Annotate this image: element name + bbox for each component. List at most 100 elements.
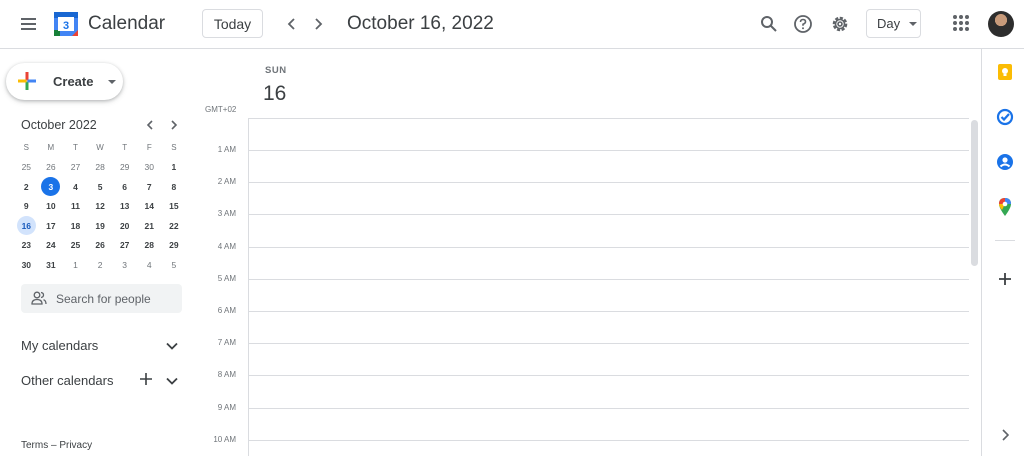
mini-calendar-day[interactable]: 7 bbox=[137, 177, 162, 197]
create-button[interactable]: Create bbox=[6, 63, 123, 100]
hour-grid-line bbox=[248, 343, 969, 344]
hour-grid-line bbox=[248, 408, 969, 409]
mini-calendar-day[interactable]: 3 bbox=[112, 255, 137, 275]
mini-calendar-day[interactable]: 21 bbox=[137, 216, 162, 236]
hour-grid-line bbox=[248, 247, 969, 248]
hour-grid-line bbox=[248, 150, 969, 151]
main-menu-button[interactable] bbox=[14, 10, 42, 38]
expand-side-panel-button[interactable] bbox=[995, 425, 1015, 445]
mini-calendar-day[interactable]: 6 bbox=[112, 177, 137, 197]
next-day-button[interactable] bbox=[307, 13, 329, 35]
weekday-header: M bbox=[47, 143, 55, 153]
today-button[interactable]: Today bbox=[202, 9, 263, 38]
mini-calendar-day[interactable]: 27 bbox=[63, 158, 88, 178]
mini-calendar-day[interactable]: 26 bbox=[88, 236, 113, 256]
mini-calendar-day[interactable]: 27 bbox=[112, 236, 137, 256]
tasks-button[interactable] bbox=[995, 107, 1015, 127]
mini-calendar-today[interactable]: 3 bbox=[39, 177, 64, 197]
mini-calendar-day[interactable]: 2 bbox=[14, 177, 39, 197]
mini-calendar-day[interactable]: 4 bbox=[63, 177, 88, 197]
tasks-icon bbox=[996, 108, 1014, 126]
day-number[interactable]: 16 bbox=[263, 82, 286, 106]
mini-calendar-day[interactable]: 1 bbox=[162, 158, 187, 178]
mini-calendar-day[interactable]: 17 bbox=[39, 216, 64, 236]
chevron-left-icon bbox=[287, 18, 295, 30]
mini-next-month-button[interactable] bbox=[166, 117, 182, 133]
mini-calendar-day[interactable]: 2 bbox=[88, 255, 113, 275]
chevron-down-icon[interactable] bbox=[165, 374, 179, 388]
chevron-right-icon bbox=[171, 120, 178, 130]
maps-button[interactable] bbox=[995, 197, 1015, 217]
search-button[interactable] bbox=[757, 12, 781, 36]
create-label: Create bbox=[53, 74, 94, 89]
weekday-header: W bbox=[96, 143, 104, 153]
contacts-icon bbox=[997, 154, 1013, 170]
mini-calendar-day[interactable]: 14 bbox=[137, 197, 162, 217]
caret-down-icon bbox=[108, 80, 116, 84]
mini-calendar-day[interactable]: 20 bbox=[112, 216, 137, 236]
mini-calendar-day[interactable]: 25 bbox=[63, 236, 88, 256]
avatar[interactable] bbox=[988, 11, 1014, 37]
hour-label: 2 AM bbox=[217, 177, 236, 186]
mini-calendar-day[interactable]: 31 bbox=[39, 255, 64, 275]
mini-prev-month-button[interactable] bbox=[142, 117, 158, 133]
scrollbar[interactable] bbox=[971, 120, 978, 266]
previous-day-button[interactable] bbox=[281, 13, 303, 35]
mini-calendar-day[interactable]: 12 bbox=[88, 197, 113, 217]
help-button[interactable] bbox=[791, 12, 815, 36]
mini-calendar-day[interactable]: 30 bbox=[137, 158, 162, 178]
mini-calendar-day[interactable]: 9 bbox=[14, 197, 39, 217]
app-title: Calendar bbox=[88, 13, 166, 34]
hour-label: 3 AM bbox=[217, 209, 236, 218]
settings-button[interactable] bbox=[828, 12, 852, 36]
mini-calendar-selected-day[interactable]: 16 bbox=[14, 216, 39, 236]
help-icon bbox=[794, 15, 812, 33]
hour-label: 10 AM bbox=[213, 435, 236, 444]
mini-calendar-day[interactable]: 10 bbox=[39, 197, 64, 217]
keep-button[interactable] bbox=[995, 62, 1015, 82]
contacts-button[interactable] bbox=[995, 152, 1015, 172]
hour-grid-line bbox=[248, 214, 969, 215]
mini-calendar-day[interactable]: 28 bbox=[88, 158, 113, 178]
mini-calendar-day[interactable]: 13 bbox=[112, 197, 137, 217]
day-grid[interactable] bbox=[248, 118, 969, 456]
my-calendars-toggle[interactable]: My calendars bbox=[21, 338, 98, 353]
get-addons-button[interactable] bbox=[995, 269, 1015, 289]
timezone-label: GMT+02 bbox=[205, 105, 237, 114]
svg-text:3: 3 bbox=[63, 20, 69, 32]
add-calendar-icon[interactable] bbox=[139, 372, 153, 386]
mini-calendar-day[interactable]: 29 bbox=[112, 158, 137, 178]
hour-grid-line bbox=[248, 279, 969, 280]
mini-calendar-day[interactable]: 30 bbox=[14, 255, 39, 275]
mini-calendar-day[interactable]: 1 bbox=[63, 255, 88, 275]
mini-calendar-day[interactable]: 22 bbox=[162, 216, 187, 236]
mini-calendar-day[interactable]: 5 bbox=[162, 255, 187, 275]
mini-calendar-day[interactable]: 4 bbox=[137, 255, 162, 275]
apps-grid-icon[interactable] bbox=[953, 15, 969, 31]
hour-label: 4 AM bbox=[217, 242, 236, 251]
mini-calendar-day[interactable]: 19 bbox=[88, 216, 113, 236]
weekday-header: F bbox=[146, 143, 152, 153]
mini-calendar-day[interactable]: 23 bbox=[14, 236, 39, 256]
mini-calendar-day[interactable]: 24 bbox=[39, 236, 64, 256]
hour-label: 6 AM bbox=[217, 306, 236, 315]
menu-icon bbox=[20, 18, 36, 20]
mini-calendar-day[interactable]: 5 bbox=[88, 177, 113, 197]
other-calendars-toggle[interactable]: Other calendars bbox=[21, 373, 114, 388]
plus-icon bbox=[18, 72, 36, 90]
mini-calendar-day[interactable]: 28 bbox=[137, 236, 162, 256]
people-search-placeholder: Search for people bbox=[56, 292, 151, 306]
people-search-input[interactable]: Search for people bbox=[21, 284, 182, 313]
weekday-header: T bbox=[122, 143, 128, 153]
chevron-right-icon bbox=[315, 18, 323, 30]
search-icon bbox=[761, 16, 777, 32]
chevron-down-icon[interactable] bbox=[165, 339, 179, 353]
mini-calendar-day[interactable]: 18 bbox=[63, 216, 88, 236]
mini-calendar-day[interactable]: 11 bbox=[63, 197, 88, 217]
terms-privacy-links[interactable]: Terms – Privacy bbox=[21, 440, 92, 451]
mini-calendar-title: October 2022 bbox=[21, 118, 97, 132]
mini-calendar-day[interactable]: 26 bbox=[39, 158, 64, 178]
view-switcher[interactable]: Day bbox=[866, 9, 921, 38]
mini-calendar-day[interactable]: 25 bbox=[14, 158, 39, 178]
view-label: Day bbox=[877, 16, 901, 31]
